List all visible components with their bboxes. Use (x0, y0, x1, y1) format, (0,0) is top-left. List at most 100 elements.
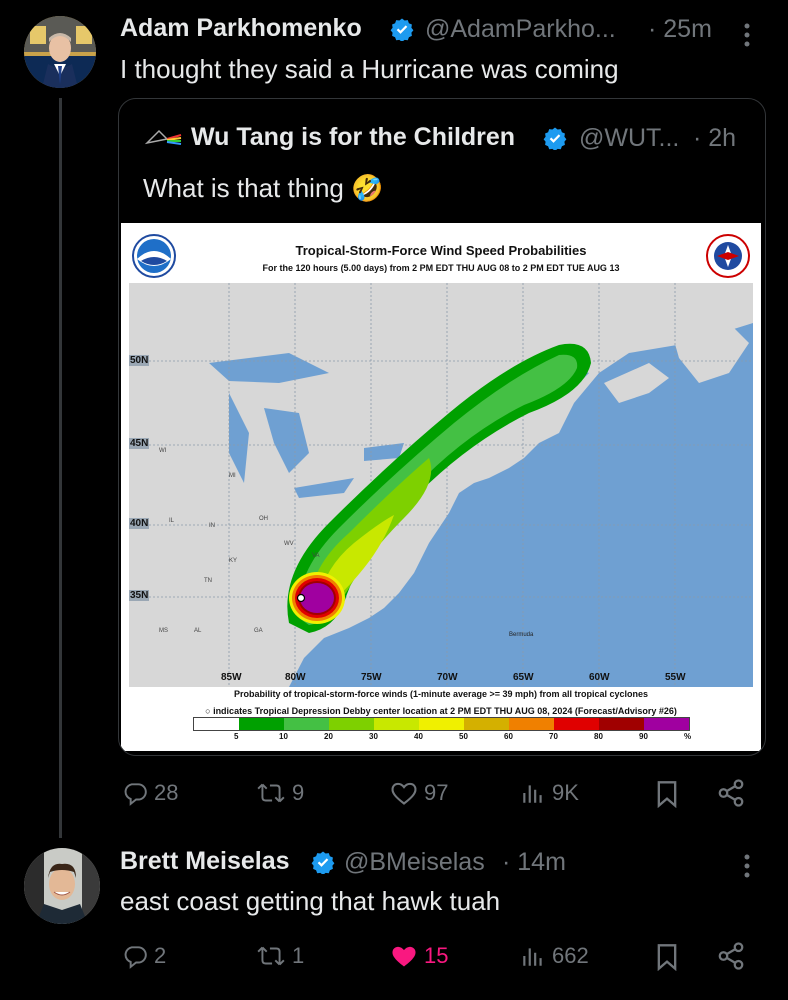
tweet-text: east coast getting that hawk tuah (120, 886, 501, 916)
reply-icon (124, 946, 147, 969)
retweet-count: 1 (292, 943, 305, 968)
author-handle[interactable]: @BMeiselas (344, 848, 485, 877)
timestamp[interactable]: · 25m (648, 15, 712, 44)
state-label: WI (159, 448, 167, 454)
reply-count: 28 (154, 780, 179, 805)
legend-swatch (329, 718, 374, 730)
heart-icon (391, 782, 417, 805)
map-graphic (129, 283, 753, 687)
more-options-icon[interactable] (742, 853, 752, 879)
legend-swatch (464, 718, 509, 730)
legend-swatch (509, 718, 554, 730)
legend-swatch (239, 718, 284, 730)
legend-value: 90 (639, 732, 648, 741)
state-label: MS (159, 628, 168, 634)
state-label: TN (204, 578, 212, 584)
legend-value: 40 (414, 732, 423, 741)
state-label: IN (209, 523, 215, 529)
lon-label: 80W (285, 672, 306, 683)
quoted-timestamp[interactable]: · 2h (693, 124, 736, 153)
author-handle[interactable]: @AdamParkho... (425, 15, 616, 44)
legend-value: 10 (279, 732, 288, 741)
timestamp[interactable]: · 14m (502, 848, 566, 877)
reply-button[interactable]: 28 (122, 780, 178, 806)
lat-label: 35N (129, 590, 150, 601)
avatar-image (24, 16, 96, 88)
state-label: GA (254, 628, 263, 634)
legend-swatch (599, 718, 644, 730)
legend-swatch (284, 718, 329, 730)
lon-label: 70W (437, 672, 458, 683)
avatar[interactable] (24, 848, 100, 924)
author-name[interactable]: Brett Meiselas (120, 847, 290, 876)
map-title: Tropical-Storm-Force Wind Speed Probabil… (295, 243, 587, 258)
state-label: AL (194, 628, 202, 634)
lon-label: 65W (513, 672, 534, 683)
quoted-tweet[interactable]: Wu Tang is for the Children @WUT... · 2h… (118, 98, 766, 756)
bookmark-icon[interactable] (655, 780, 679, 808)
legend-swatch (194, 718, 239, 730)
legend-value: 5 (234, 732, 239, 741)
author-name[interactable]: Adam Parkhomenko (120, 14, 362, 43)
map-area: 50N 45N 40N 35N WI MI IL IN OH KY WV VA … (129, 283, 753, 687)
place-label: Bermuda (509, 632, 534, 638)
lon-label: 55W (665, 672, 686, 683)
legend-swatch (644, 718, 689, 730)
quoted-author-name[interactable]: Wu Tang is for the Children (191, 123, 515, 152)
legend-swatch (419, 718, 464, 730)
legend-labels: 5 10 20 30 40 50 60 70 80 90% (193, 732, 692, 744)
avatar[interactable] (24, 16, 96, 88)
bookmark-icon[interactable] (655, 943, 679, 971)
legend-swatch (554, 718, 599, 730)
views-button[interactable]: 9K (520, 780, 579, 806)
reply-count: 2 (154, 943, 167, 968)
heart-filled-icon (392, 946, 416, 967)
legend-value: 30 (369, 732, 378, 741)
like-button[interactable]: 97 (390, 780, 448, 806)
state-label: VA (312, 553, 320, 559)
legend-swatch (374, 718, 419, 730)
lon-label: 85W (221, 672, 242, 683)
verified-badge-icon (311, 851, 335, 874)
wind-probability-map[interactable]: Tropical-Storm-Force Wind Speed Probabil… (121, 223, 761, 751)
verified-badge-icon (390, 18, 414, 41)
quoted-tweet-text: What is that thing 🤣 (143, 173, 384, 203)
like-button[interactable]: 15 (390, 943, 448, 969)
retweet-count: 9 (292, 780, 305, 805)
retweet-icon (257, 946, 285, 966)
state-label: IL (169, 518, 175, 524)
quoted-avatar-icon[interactable] (145, 125, 183, 149)
lat-label: 45N (129, 438, 150, 449)
tweet-text: I thought they said a Hurricane was comi… (120, 54, 619, 84)
legend-value: 20 (324, 732, 333, 741)
legend-bar (193, 717, 690, 731)
reply-button[interactable]: 2 (122, 943, 166, 969)
share-icon[interactable] (716, 778, 746, 808)
retweet-button[interactable]: 1 (256, 943, 304, 969)
views-icon (523, 948, 542, 966)
verified-badge-icon (543, 127, 567, 150)
state-label: OH (259, 516, 268, 522)
quoted-author-handle[interactable]: @WUT... (579, 124, 679, 153)
legend-value: % (684, 732, 692, 741)
map-subtitle: For the 120 hours (5.00 days) from 2 PM … (262, 263, 620, 273)
lat-label: 40N (129, 518, 150, 529)
legend-value: 50 (459, 732, 468, 741)
state-label: MI (229, 473, 236, 479)
lat-label: 50N (129, 355, 150, 366)
legend-value: 80 (594, 732, 603, 741)
lon-label: 75W (361, 672, 382, 683)
legend-value: 70 (549, 732, 558, 741)
views-count: 662 (552, 943, 589, 968)
lon-label: 60W (589, 672, 610, 683)
avatar-image (24, 848, 100, 924)
share-icon[interactable] (716, 941, 746, 971)
more-options-icon[interactable] (742, 22, 752, 48)
legend-value: 60 (504, 732, 513, 741)
like-count: 15 (424, 943, 449, 968)
thread-connector (59, 98, 62, 838)
retweet-button[interactable]: 9 (256, 780, 304, 806)
map-footer-line1: Probability of tropical-storm-force wind… (233, 689, 649, 699)
map-footer-line2: indicates Tropical Depression Debby cent… (213, 706, 677, 716)
views-button[interactable]: 662 (520, 943, 589, 969)
